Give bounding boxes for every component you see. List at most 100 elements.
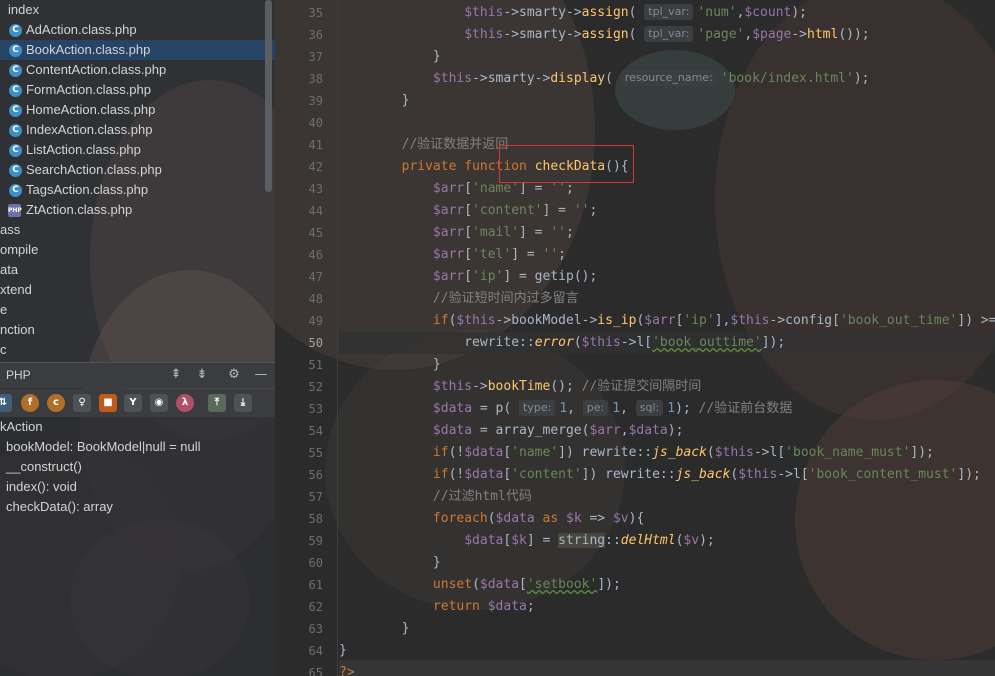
code-line[interactable]: $this->smarty->display( resource_name:'b… [339, 68, 870, 90]
token-variable: $data [432, 423, 473, 438]
tree-file[interactable]: C AdAction.class.php [0, 20, 275, 40]
tree-item-label: TagsAction.class.php [26, 182, 149, 197]
tree-scrollbar-thumb[interactable] [265, 0, 272, 192]
member-label: __construct() [6, 459, 82, 474]
code-line[interactable]: ?> [339, 662, 355, 676]
line-number: 49 [308, 314, 323, 328]
lambda-icon[interactable]: λ [176, 394, 194, 412]
line-number: 45 [308, 226, 323, 240]
token-variable: $data [464, 467, 504, 482]
tree-file[interactable]: C IndexAction.class.php [0, 120, 275, 140]
tree-folder[interactable]: ompile [0, 240, 275, 260]
minimize-icon[interactable]: — [253, 367, 269, 383]
code-line[interactable]: unset($data['setbook']); [339, 574, 621, 596]
code-line[interactable]: $this->smarty->assign( tpl_var:'num',$co… [339, 2, 807, 24]
tree-file[interactable]: C ContentAction.class.php [0, 60, 275, 80]
token: } [339, 643, 347, 658]
line-number: 54 [308, 424, 323, 438]
tree-item-label: FormAction.class.php [26, 82, 151, 97]
sort-icon[interactable]: ⇅ [0, 394, 12, 412]
token-variable: $data [487, 599, 527, 614]
code-line[interactable]: $data[$k] = string::delHtml($v); [339, 530, 715, 552]
code-line[interactable]: } [339, 618, 410, 640]
code-line[interactable]: $data = array_merge($arr,$data); [339, 420, 683, 442]
circle-icon[interactable]: ◉ [150, 394, 168, 412]
tree-file[interactable]: PHP ZtAction.class.php [0, 200, 275, 220]
tree-item-label: ompile [0, 242, 39, 257]
code-line[interactable]: $arr['tel'] = ''; [339, 244, 566, 266]
code-line-current[interactable]: rewrite::error($this->l['book_outtime'])… [339, 332, 785, 354]
token-string: 'tel' [472, 247, 512, 262]
gear-icon[interactable]: ⚙ [226, 367, 242, 383]
token-php-close-tag: ?> [339, 665, 355, 676]
tree-folder[interactable]: ass [0, 220, 275, 240]
code-line[interactable]: if(!$data['name']) rewrite::js_back($thi… [339, 442, 934, 464]
property-icon[interactable]: ♀ [73, 394, 91, 412]
tree-folder[interactable]: e [0, 300, 275, 320]
code-line[interactable]: //过滤html代码 [339, 486, 532, 508]
tree-item-label: IndexAction.class.php [26, 122, 153, 137]
line-number: 39 [308, 94, 323, 108]
token-string: '' [542, 247, 559, 262]
code-line[interactable]: } [339, 90, 410, 112]
code-line[interactable]: if(!$data['content']) rewrite::js_back($… [339, 464, 981, 486]
code-line[interactable]: } [339, 640, 347, 662]
token: ->l[ [620, 335, 653, 350]
code-line[interactable]: $this->bookTime(); //验证提交间隔时间 [339, 376, 701, 398]
tree-file[interactable]: C SearchAction.class.php [0, 160, 275, 180]
token-string: 'page' [697, 27, 745, 42]
structure-member[interactable]: bookModel: BookModel|null = null [0, 437, 275, 457]
code-line[interactable]: $data = p( type: 1, pe: 1, sql: 1); //验证前台数… [339, 398, 792, 420]
tree-item-label: AdAction.class.php [26, 22, 137, 37]
tree-folder[interactable]: ata [0, 260, 275, 280]
token-comment: //验证提交间隔时间 [581, 379, 702, 394]
expand-icon[interactable]: ⤒ [208, 394, 226, 412]
tree-file-selected[interactable]: C BookAction.class.php [0, 40, 275, 60]
field-icon[interactable]: f [21, 394, 39, 412]
constant-icon[interactable]: c [47, 394, 65, 412]
token-this: $this [432, 379, 473, 394]
token-string: 'book_content_must' [808, 467, 958, 482]
collapse-icon[interactable]: ⤓ [234, 394, 252, 412]
code-line[interactable]: $arr['content'] = ''; [339, 200, 597, 222]
token-string: 'ip' [472, 269, 504, 284]
line-number: 42 [308, 160, 323, 174]
tree-folder-index[interactable]: index [0, 0, 275, 20]
tree-file[interactable]: C HomeAction.class.php [0, 100, 275, 120]
tree-file[interactable]: C ListAction.class.php [0, 140, 275, 160]
tree-folder[interactable]: c [0, 340, 275, 360]
tree-file[interactable]: C TagsAction.class.php [0, 180, 275, 200]
tree-file[interactable]: C FormAction.class.php [0, 80, 275, 100]
inheritance-icon[interactable]: Y [124, 394, 142, 412]
code-line[interactable]: //验证短时间内过多留言 [339, 288, 579, 310]
token: ); [675, 401, 699, 416]
token-class: string [558, 533, 606, 548]
code-line[interactable]: //验证数据并返回 [339, 134, 509, 156]
tree-folder[interactable]: xtend [0, 280, 275, 300]
token-this: $this [730, 313, 770, 328]
code-line[interactable]: $arr['ip'] = getip(); [339, 266, 597, 288]
code-line[interactable]: if($this->bookModel->is_ip($arr['ip'],$t… [339, 310, 995, 332]
expand-all-icon[interactable]: ⇞ [168, 367, 184, 383]
structure-member[interactable]: checkData(): array [0, 497, 275, 517]
code-line[interactable]: $arr['mail'] = ''; [339, 222, 574, 244]
code-line[interactable]: } [339, 354, 441, 376]
code-editor[interactable]: 35 36 37 38 39 40 41 42 43 44 45 46 47 4… [275, 0, 995, 676]
code-line[interactable]: return $data; [339, 596, 535, 618]
code-line[interactable]: } [339, 46, 441, 68]
code-line[interactable]: $this->smarty->assign( tpl_var:'page',$p… [339, 24, 870, 46]
line-number: 43 [308, 182, 323, 196]
structure-member[interactable]: __construct() [0, 457, 275, 477]
structure-member[interactable]: index(): void [0, 477, 275, 497]
token: } [401, 93, 410, 108]
collapse-all-icon[interactable]: ⇟ [194, 367, 210, 383]
line-number: 52 [308, 380, 323, 394]
line-number: 64 [308, 644, 323, 658]
lock-icon[interactable]: ■ [99, 394, 117, 412]
token: ); [791, 5, 808, 20]
code-line[interactable]: } [339, 552, 441, 574]
code-line[interactable]: foreach($data as $k => $v){ [339, 508, 644, 530]
tree-item-label: nction [0, 322, 35, 337]
structure-class[interactable]: kAction [0, 417, 275, 437]
tree-folder[interactable]: nction [0, 320, 275, 340]
